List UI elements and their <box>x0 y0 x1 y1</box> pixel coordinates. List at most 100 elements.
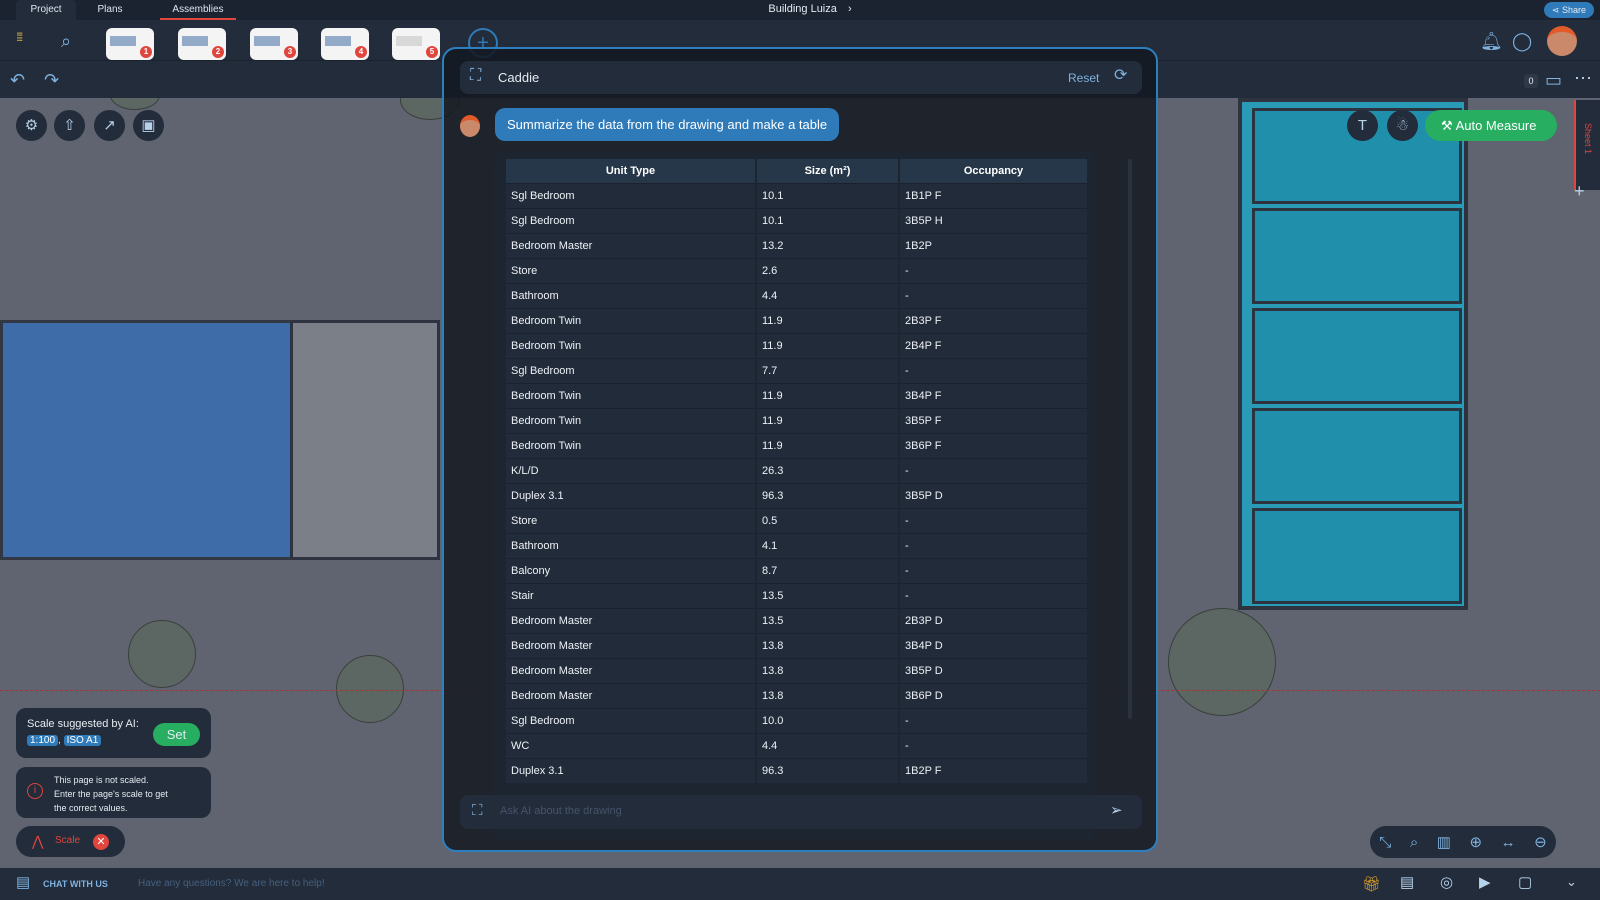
table-cell: - <box>899 457 1089 483</box>
tab-plans[interactable]: Plans <box>90 0 130 20</box>
table-cell: Sgl Bedroom <box>506 207 757 233</box>
table-cell: Bedroom Twin <box>506 332 757 358</box>
undo-icon[interactable]: ↶ <box>10 71 25 89</box>
refresh-icon[interactable]: ⟳ <box>1114 68 1127 84</box>
add-image-icon[interactable]: ▣ <box>133 110 164 141</box>
scale-chip: 1:100 <box>27 735 59 746</box>
scrollbar[interactable] <box>1128 159 1132 719</box>
zoom-out-icon[interactable]: ⊖ <box>1534 833 1547 851</box>
table-cell: 13.2 <box>756 232 900 258</box>
bell-icon[interactable]: 🔔︎ <box>1480 32 1503 50</box>
tab-assemblies[interactable]: Assemblies <box>160 0 236 20</box>
warning-line: This page is not scaled. <box>54 775 149 785</box>
export-icon[interactable]: ↗ <box>94 110 125 141</box>
send-icon[interactable]: ➢ <box>1110 803 1123 818</box>
compass-icon: ⋀ <box>32 833 44 849</box>
result-table-container[interactable]: Unit Type Size (m²) Occupancy Sgl Bedroo… <box>494 151 1096 841</box>
table-row: Bedroom Master 13.2 1B2P <box>506 232 1089 258</box>
gift-icon[interactable]: 🎁︎ <box>1362 875 1381 893</box>
chevron-down-icon[interactable]: ⌄ <box>1566 875 1577 888</box>
magic-wand-icon: ⚒ <box>1441 118 1456 133</box>
map-icon[interactable]: ▥ <box>1437 833 1451 851</box>
scale-button[interactable]: ⋀ Scale ✕ <box>16 826 125 857</box>
video-icon[interactable]: ▶ <box>1479 875 1491 890</box>
set-scale-button[interactable]: Set <box>153 723 200 746</box>
chat-bubble-icon[interactable]: ▤ <box>16 875 30 890</box>
table-cell: 13.8 <box>756 632 900 658</box>
settings-icon[interactable]: ⚙ <box>16 110 47 141</box>
table-cell: Sgl Bedroom <box>506 357 757 383</box>
table-row: Sgl Bedroom 7.7- <box>506 357 1089 383</box>
table-cell: 8.7 <box>756 557 900 583</box>
redo-icon[interactable]: ↷ <box>44 71 59 89</box>
table-cell: - <box>899 357 1089 383</box>
table-cell: 0.5 <box>756 507 900 533</box>
floor-plan-right[interactable] <box>1238 98 1468 610</box>
fit-width-icon[interactable]: ↔ <box>1501 834 1516 851</box>
page-thumbnail[interactable]: 3 <box>250 28 298 60</box>
add-sheet-icon[interactable]: + <box>1574 182 1585 200</box>
table-cell: 2.6 <box>756 257 900 283</box>
table-cell: 13.8 <box>756 682 900 708</box>
auto-measure-button[interactable]: ⚒ Auto Measure <box>1425 110 1557 141</box>
page-thumbnail[interactable]: 5 <box>392 28 440 60</box>
search-icon[interactable]: ⌕ <box>61 32 71 50</box>
table-row: Sgl Bedroom 10.1 3B5P H <box>506 207 1089 233</box>
drawing-tree <box>336 655 404 723</box>
help-icon[interactable]: ◎ <box>1440 875 1453 890</box>
table-cell: Bathroom <box>506 532 757 558</box>
info-icon: i <box>27 783 43 799</box>
share-icon: ⋖ <box>1551 5 1562 15</box>
table-cell: 13.5 <box>756 582 900 608</box>
table-cell: 4.1 <box>756 532 900 558</box>
table-cell: 13.8 <box>756 657 900 683</box>
table-cell: 11.9 <box>756 432 900 458</box>
table-row: WC 4.4- <box>506 732 1089 758</box>
table-cell: Bedroom Master <box>506 682 757 708</box>
fit-icon[interactable]: ⤡ <box>1379 834 1391 851</box>
column-header: Occupancy <box>899 159 1089 183</box>
table-cell: - <box>899 257 1089 283</box>
ask-ai-input[interactable]: ⛶ Ask AI about the drawing ➢ <box>460 795 1142 829</box>
chat-with-us-link[interactable]: CHAT WITH US <box>43 879 108 889</box>
project-title[interactable]: Building Luiza › <box>740 0 880 18</box>
table-row: Bathroom 4.1- <box>506 532 1089 558</box>
ai-bot-icon[interactable]: ☃ <box>1387 110 1418 141</box>
page-thumbnail[interactable]: 1 <box>106 28 154 60</box>
page-thumbnail[interactable]: 2 <box>178 28 226 60</box>
tab-project[interactable]: Project <box>16 0 76 20</box>
sheet-tab[interactable]: Sheet 1 <box>1574 100 1600 190</box>
table-row: Bedroom Master 13.8 3B4P D <box>506 632 1089 658</box>
chat-icon[interactable]: ◯ <box>1512 32 1532 50</box>
zoom-area-icon[interactable]: ⌕ <box>1410 834 1418 851</box>
scale-values: 1:100, ISO A1 <box>27 735 102 746</box>
table-row: Bathroom 4.4- <box>506 282 1089 308</box>
table-row: Store 2.6- <box>506 257 1089 283</box>
caddie-title: Caddie <box>498 70 540 85</box>
top-bar: Project Plans Assemblies Building Luiza … <box>0 0 1600 20</box>
document-icon[interactable]: ▤ <box>1400 875 1414 890</box>
reset-button[interactable]: Reset <box>1068 71 1099 85</box>
text-search-icon[interactable]: T <box>1347 110 1378 141</box>
zoom-in-icon[interactable]: ⊕ <box>1469 833 1482 851</box>
upload-icon[interactable]: ⇧ <box>54 110 85 141</box>
close-icon[interactable]: ✕ <box>93 834 109 850</box>
avatar[interactable] <box>1547 26 1577 56</box>
table-row: K/L/D 26.3- <box>506 457 1089 483</box>
table-cell: Bedroom Master <box>506 657 757 683</box>
table-cell: Sgl Bedroom <box>506 707 757 733</box>
keyboard-icon[interactable]: ▢ <box>1518 875 1532 890</box>
drawing-tree <box>1168 608 1276 716</box>
more-icon[interactable]: ⋯ <box>1574 69 1592 87</box>
share-button[interactable]: ⋖ Share <box>1543 2 1594 18</box>
monitor-icon[interactable]: ▭ <box>1545 71 1562 89</box>
column-header: Unit Type <box>506 159 757 183</box>
apps-grid-icon[interactable]: ⁞⁞⁞⁞ <box>16 30 23 44</box>
table-cell: - <box>899 532 1089 558</box>
table-cell: WC <box>506 732 757 758</box>
table-cell: 10.1 <box>756 182 900 208</box>
table-row: Duplex 3.1 96.3 1B2P F <box>506 757 1089 783</box>
page-thumbnail[interactable]: 4 <box>321 28 369 60</box>
table-cell: Bedroom Twin <box>506 407 757 433</box>
user-message: Summarize the data from the drawing and … <box>495 108 840 141</box>
